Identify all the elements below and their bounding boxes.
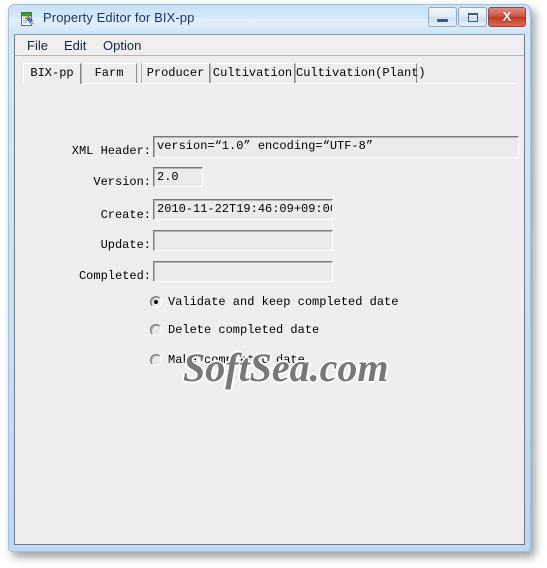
minimize-button[interactable] — [428, 7, 457, 27]
tab-cultivation-plant[interactable]: Cultivation(Plant) — [295, 63, 426, 84]
radio-button-icon[interactable] — [150, 296, 162, 308]
title-bar[interactable]: Property Editor for BIX-pp X — [8, 4, 531, 34]
window-title: Property Editor for BIX-pp — [43, 10, 195, 25]
input-update[interactable] — [153, 230, 333, 251]
radio-button-icon[interactable] — [150, 354, 162, 366]
radio-button-icon[interactable] — [150, 324, 162, 336]
label-update: Update: — [100, 238, 151, 252]
radio-label-validate-and-keep-completed-date: Validate and keep completed date — [168, 295, 399, 309]
close-icon: X — [502, 9, 512, 24]
radio-selected-dot — [154, 300, 158, 304]
label-xml-header: XML Header: — [71, 144, 151, 158]
application-window: Property Editor for BIX-pp X File Edit Opt… — [8, 4, 531, 552]
input-version[interactable]: 2.0 — [153, 167, 203, 187]
maximize-button[interactable] — [458, 7, 487, 27]
tab-panel-bix-pp: XML Header: version=“1.0” encoding=“UTF-8… — [23, 83, 519, 538]
notepad-pencil-icon — [20, 11, 36, 27]
label-completed: Completed: — [78, 269, 151, 283]
menu-item-option[interactable]: Option — [99, 38, 145, 53]
radio-label-delete-completed-date: Delete completed date — [168, 323, 320, 337]
label-create: Create: — [100, 208, 151, 222]
input-completed[interactable] — [153, 261, 333, 282]
minimize-icon — [437, 19, 448, 22]
client-area: File Edit Option BIX-pp Farm Producer Cultiva… — [14, 34, 525, 545]
tab-strip: BIX-pp Farm Producer Cultivation Cultivation… — [23, 63, 517, 84]
menu-bar: File Edit Option — [15, 35, 524, 56]
menu-item-edit[interactable]: Edit — [60, 38, 90, 53]
menu-item-file[interactable]: File — [23, 38, 52, 53]
input-create[interactable]: 2010-11-22T19:46:09+09:00 — [153, 199, 333, 220]
maximize-icon — [468, 13, 478, 22]
tab-cultivation[interactable]: Cultivation — [210, 63, 295, 84]
tab-bix-pp[interactable]: BIX-pp — [23, 63, 81, 84]
tab-producer[interactable]: Producer — [141, 63, 210, 84]
close-button[interactable]: X — [488, 7, 526, 27]
input-xml-header[interactable]: version=“1.0” encoding=“UTF-8” — [153, 136, 519, 158]
tab-farm[interactable]: Farm — [81, 63, 137, 84]
radio-label-make-completed-date: Make completed date — [168, 353, 305, 367]
label-version: Version: — [93, 175, 151, 189]
